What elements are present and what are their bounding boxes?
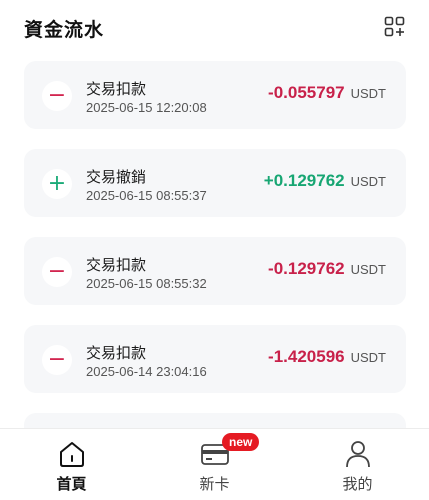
profile-icon <box>346 441 370 468</box>
bottom-tab-bar: 首頁 new 新卡 我的 <box>0 428 429 500</box>
minus-icon: − <box>42 257 72 287</box>
transaction-unit: USDT <box>350 350 386 365</box>
transaction-time: 2025-06-15 12:20:08 <box>86 100 207 115</box>
tab-home[interactable]: 首頁 <box>0 429 143 500</box>
home-icon <box>60 442 84 467</box>
new-badge: new <box>222 433 260 451</box>
transaction-item[interactable]: + 交易撤銷 2025-06-15 08:55:37 +0.129762 USD… <box>24 149 406 217</box>
transaction-unit: USDT <box>350 174 386 189</box>
transaction-item[interactable]: − 交易扣款 2025-06-15 08:55:32 -0.129762 USD… <box>24 237 406 305</box>
minus-icon: − <box>42 345 72 375</box>
transaction-amount-group: -0.055797 USDT <box>268 83 386 103</box>
transaction-title: 交易扣款 <box>86 80 147 98</box>
transaction-amount-group: +0.129762 USDT <box>264 171 386 191</box>
page-title: 資金流水 <box>24 19 105 41</box>
transaction-item[interactable]: − 交易扣款 2025-06-14 23:04:16 -1.420596 USD… <box>24 325 406 393</box>
transaction-amount: -0.129762 <box>268 259 345 278</box>
tab-profile[interactable]: 我的 <box>286 429 429 500</box>
transaction-title: 交易扣款 <box>86 344 147 362</box>
transaction-time: 2025-06-14 23:04:16 <box>86 364 207 379</box>
transaction-item[interactable]: − 交易扣款 2025-06-15 12:20:08 -0.055797 USD… <box>24 61 406 129</box>
transaction-amount-group: -0.129762 USDT <box>268 259 386 279</box>
transaction-unit: USDT <box>350 262 386 277</box>
transaction-title: 交易撤銷 <box>86 168 147 186</box>
plus-icon: + <box>42 169 72 199</box>
tab-label: 首頁 <box>56 475 87 493</box>
minus-icon: − <box>42 81 72 111</box>
transaction-time: 2025-06-15 08:55:37 <box>86 188 207 203</box>
tab-new-card[interactable]: new 新卡 <box>143 429 286 500</box>
transaction-time: 2025-06-15 08:55:32 <box>86 276 207 291</box>
transaction-amount: +0.129762 <box>263 171 345 190</box>
tab-label: 新卡 <box>199 475 230 493</box>
transaction-amount-group: -1.420596 USDT <box>268 347 386 367</box>
transaction-amount: -1.420596 <box>268 347 345 366</box>
transaction-unit: USDT <box>350 86 386 101</box>
transaction-amount: -0.055797 <box>268 83 345 102</box>
transaction-title: 交易扣款 <box>86 256 147 274</box>
tab-label: 我的 <box>342 475 373 493</box>
app-header: 資金流水 <box>0 0 429 56</box>
grid-add-icon[interactable] <box>384 16 406 38</box>
